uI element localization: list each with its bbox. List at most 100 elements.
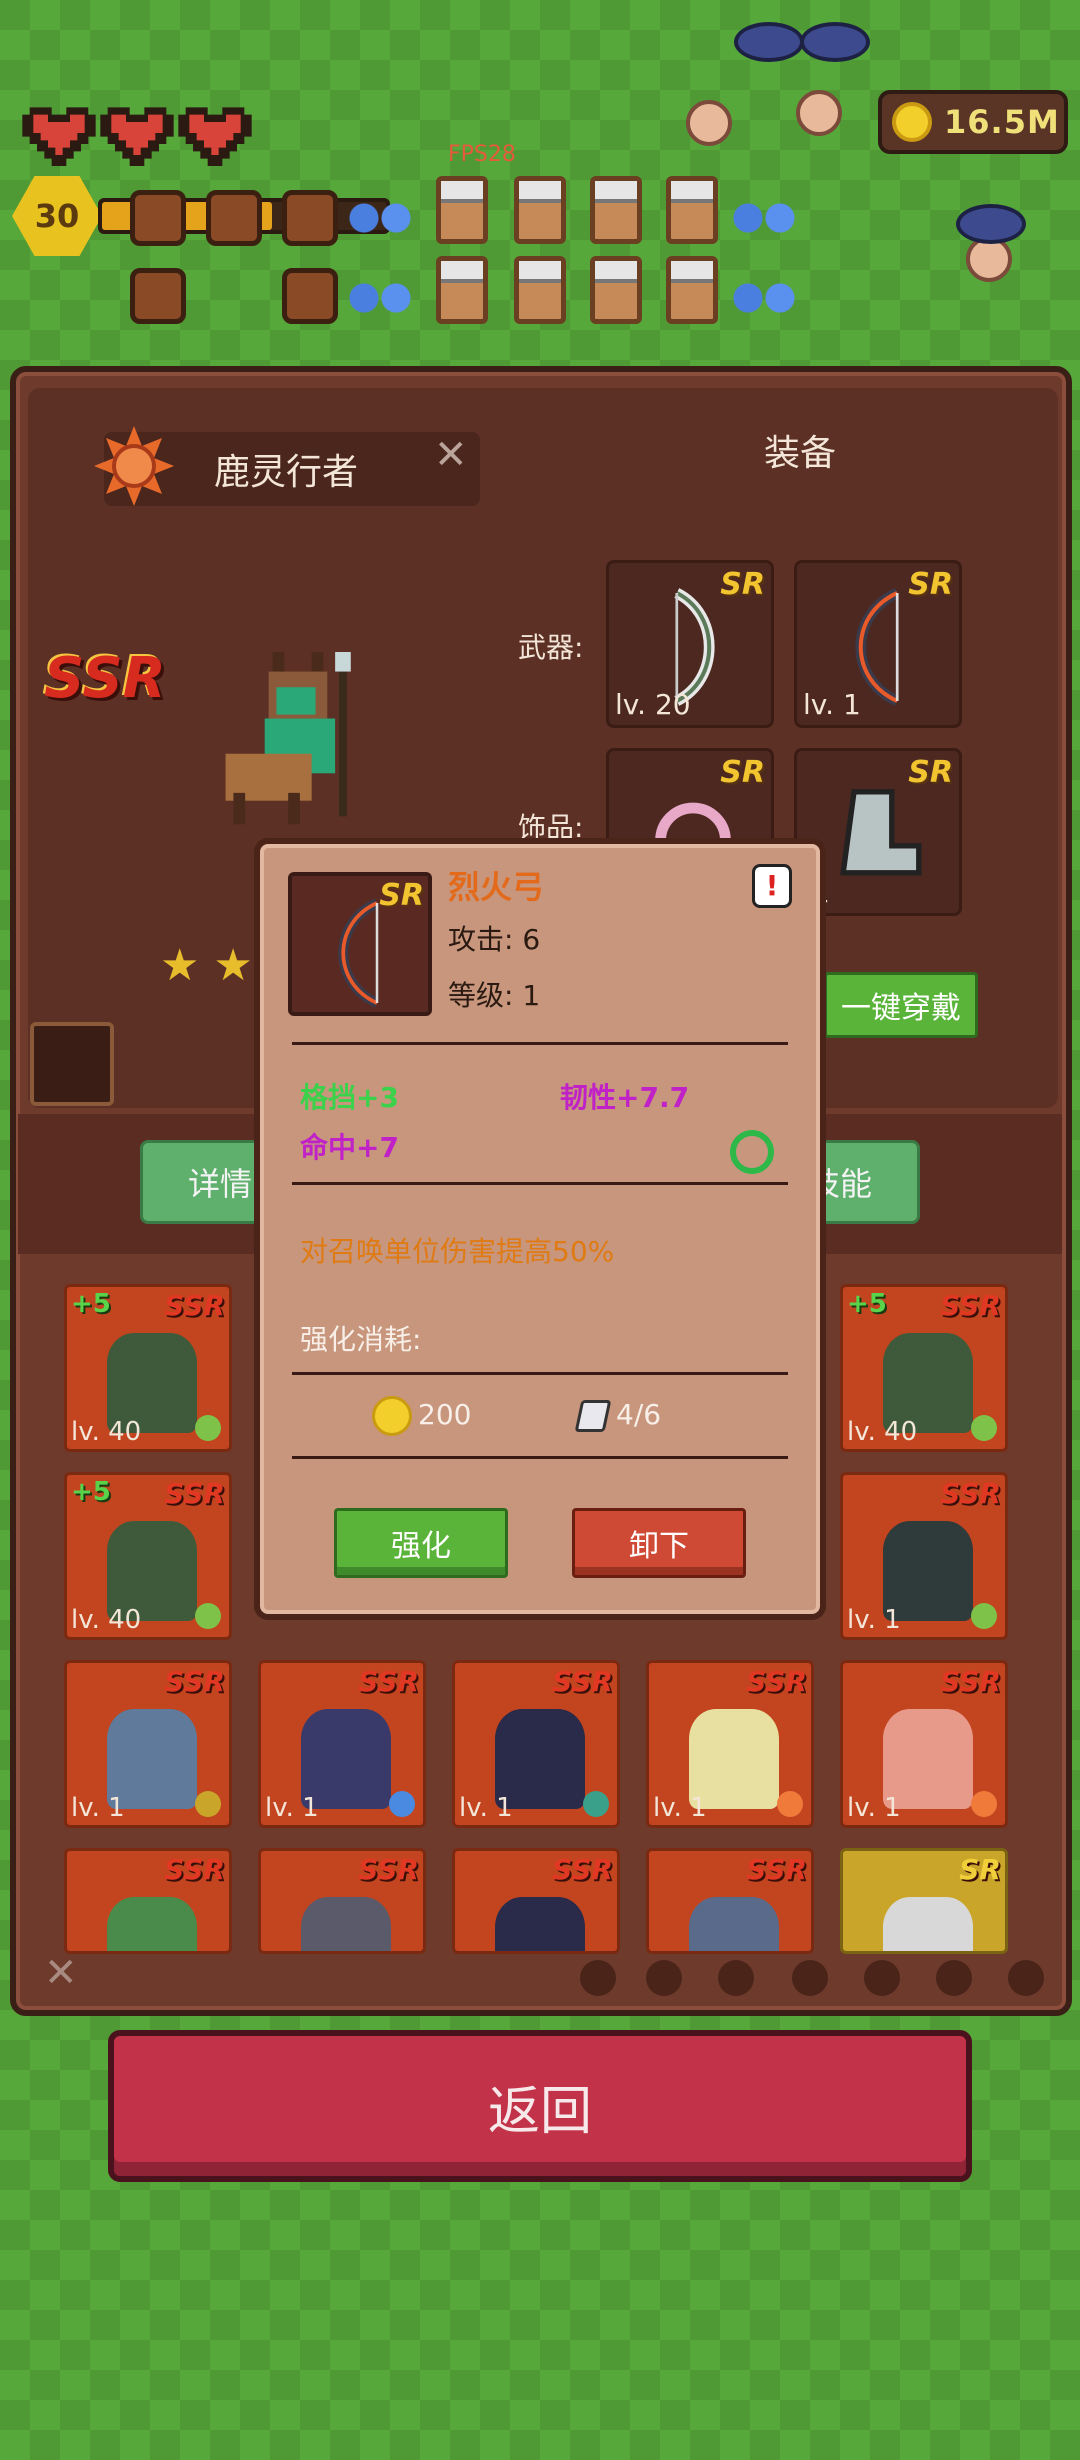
card-level: lv. 1 xyxy=(847,1605,901,1635)
flower-bush xyxy=(348,276,428,320)
hero-portrait xyxy=(495,1897,585,1951)
card-rarity: SR xyxy=(959,1853,1001,1886)
reroll-icon[interactable] xyxy=(730,1130,774,1174)
hero-portrait xyxy=(689,1897,779,1951)
attr-block: 格挡+3 xyxy=(300,1081,399,1114)
coin-icon xyxy=(892,102,932,142)
coin-counter: 16.5M xyxy=(878,90,1068,154)
drone-enemy xyxy=(956,204,1026,244)
card-rarity: SSR xyxy=(164,1477,225,1510)
card-rarity: SSR xyxy=(358,1853,419,1886)
filter-water-icon[interactable] xyxy=(718,1960,754,1996)
clear-filter-icon[interactable]: ✕ xyxy=(44,1950,78,1996)
hero-card[interactable]: SSR lv. 1 xyxy=(646,1660,814,1828)
weapon-label: 武器: xyxy=(518,631,584,664)
card-level: lv. 1 xyxy=(653,1793,707,1823)
heart-icon xyxy=(178,100,252,166)
flower-bush xyxy=(732,276,812,320)
back-button[interactable]: 返回 xyxy=(108,2030,972,2182)
book-icon[interactable] xyxy=(30,1022,114,1106)
filter-light-icon[interactable] xyxy=(936,1960,972,1996)
card-level: lv. 1 xyxy=(847,1793,901,1823)
hero-card[interactable]: SSR lv. 1 xyxy=(452,1660,620,1828)
hero-card[interactable]: SR xyxy=(840,1848,1008,1954)
tree-stump xyxy=(282,190,338,246)
fps-counter: FPS28 xyxy=(448,142,516,167)
element-icon xyxy=(971,1415,997,1441)
enemy-unit xyxy=(686,100,732,146)
fire-bow-icon xyxy=(338,898,380,1008)
card-level: lv. 40 xyxy=(847,1417,918,1447)
cost-gold: 200 xyxy=(418,1398,472,1431)
hero-stars: ★ ★ xyxy=(160,940,253,991)
card-level: lv. 40 xyxy=(71,1605,142,1635)
card-rarity: SSR xyxy=(940,1665,1001,1698)
close-icon[interactable]: ✕ xyxy=(434,432,468,478)
divider xyxy=(292,1372,788,1375)
item-attack: 攻击: 6 xyxy=(448,923,541,956)
element-icon xyxy=(777,1791,803,1817)
coin-amount: 16.5M xyxy=(944,103,1060,141)
item-effect: 对召唤单位伤害提高50% xyxy=(300,1235,615,1268)
hero-card[interactable]: SSR +5 lv. 40 xyxy=(840,1284,1008,1452)
hero-card[interactable]: SSR lv. 1 xyxy=(64,1660,232,1828)
slot-rarity: SR xyxy=(908,567,953,602)
hero-card[interactable]: SSR xyxy=(452,1848,620,1954)
weapon-slot-2[interactable]: SR lv. 1 xyxy=(794,560,962,728)
weapon-slot-1[interactable]: SR lv. 20 xyxy=(606,560,774,728)
barrel xyxy=(590,176,642,244)
card-rarity: SSR xyxy=(940,1289,1001,1322)
element-icon xyxy=(971,1791,997,1817)
equipment-title: 装备 xyxy=(764,433,837,474)
coin-icon xyxy=(372,1396,412,1436)
card-rarity: SSR xyxy=(746,1665,807,1698)
hero-card[interactable]: SSR +5 lv. 40 xyxy=(64,1472,232,1640)
card-rarity: SSR xyxy=(164,1853,225,1886)
cost-stone: 4/6 xyxy=(616,1398,662,1431)
hero-card[interactable]: SSR xyxy=(64,1848,232,1954)
filter-dark-icon[interactable] xyxy=(1008,1960,1044,1996)
tree-stump xyxy=(130,190,186,246)
drone-enemy xyxy=(734,22,804,62)
hero-card[interactable]: SSR xyxy=(258,1848,426,1954)
tree-stump xyxy=(206,190,262,246)
barrel xyxy=(666,176,718,244)
barrel xyxy=(666,256,718,324)
hero-portrait xyxy=(107,1897,197,1951)
hero-portrait xyxy=(883,1897,973,1951)
divider xyxy=(292,1042,788,1045)
barrel xyxy=(436,176,488,244)
tree-stump xyxy=(282,268,338,324)
filter-earth-icon[interactable] xyxy=(646,1960,682,1996)
hero-card[interactable]: SSR xyxy=(646,1848,814,1954)
equip-all-button[interactable]: 一键穿戴 xyxy=(824,972,978,1038)
element-icon xyxy=(195,1415,221,1441)
element-icon xyxy=(195,1603,221,1629)
slot-level: lv. 1 xyxy=(803,688,861,721)
hero-card[interactable]: SSR +5 lv. 40 xyxy=(64,1284,232,1452)
card-rarity: SSR xyxy=(358,1665,419,1698)
attr-toughness: 韧性+7.7 xyxy=(560,1081,690,1114)
unequip-button[interactable]: 卸下 xyxy=(572,1508,746,1578)
flower-bush xyxy=(348,196,428,240)
item-icon-box: SR xyxy=(288,872,432,1016)
heart-icon xyxy=(22,100,96,166)
hero-card[interactable]: SSR lv. 1 xyxy=(840,1472,1008,1640)
hero-sprite xyxy=(225,652,351,825)
hero-card[interactable]: SSR lv. 1 xyxy=(258,1660,426,1828)
filter-wind-icon[interactable] xyxy=(792,1960,828,1996)
attr-hit: 命中+7 xyxy=(300,1131,399,1164)
filter-fire-icon[interactable] xyxy=(864,1960,900,1996)
info-alert-icon[interactable]: ! xyxy=(752,864,792,908)
card-level: lv. 1 xyxy=(265,1793,319,1823)
enemy-unit xyxy=(796,90,842,136)
card-level: lv. 1 xyxy=(459,1793,513,1823)
filter-grass-icon[interactable] xyxy=(580,1960,616,1996)
slot-rarity: SR xyxy=(908,755,953,790)
card-level: lv. 1 xyxy=(71,1793,125,1823)
hero-portrait xyxy=(301,1897,391,1951)
heart-icon xyxy=(100,100,174,166)
hero-card[interactable]: SSR lv. 1 xyxy=(840,1660,1008,1828)
enhance-button[interactable]: 强化 xyxy=(334,1508,508,1578)
divider xyxy=(292,1182,788,1185)
